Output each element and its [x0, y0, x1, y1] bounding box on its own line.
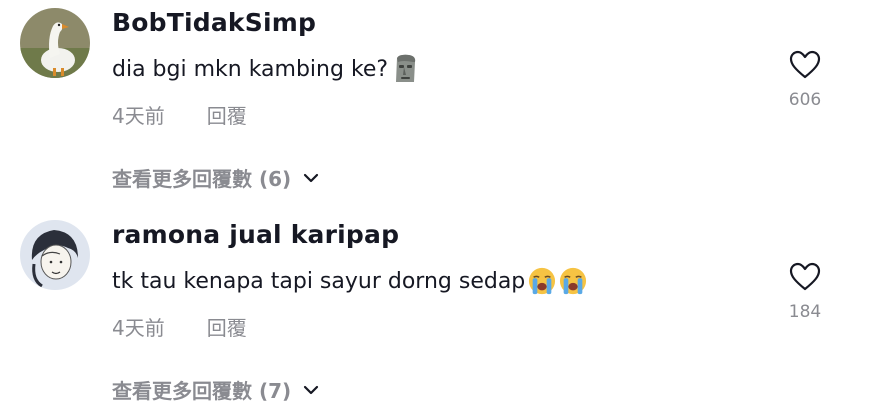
chevron-down-icon	[304, 173, 319, 182]
comment-timestamp: 4天前	[112, 316, 165, 340]
comment-timestamp: 4天前	[112, 104, 165, 128]
moai-emoji	[396, 54, 416, 82]
comment-text-body: tk tau kenapa tapi sayur dorng sedap	[112, 268, 526, 294]
comment-meta: 4天前 回覆	[112, 100, 247, 129]
chevron-down-icon	[304, 385, 319, 394]
view-more-replies-label: 查看更多回覆數 (6)	[112, 167, 292, 191]
like-button[interactable]: 184	[780, 262, 830, 322]
comment-text: tk tau kenapa tapi sayur dorng sedap	[112, 266, 587, 296]
reply-button[interactable]: 回覆	[207, 104, 247, 128]
avatar[interactable]	[20, 220, 90, 290]
heart-outline-icon	[789, 262, 821, 291]
comment-meta: 4天前 回覆	[112, 312, 247, 341]
avatar[interactable]	[20, 8, 90, 78]
like-count: 606	[788, 90, 822, 110]
view-more-replies-label: 查看更多回覆數 (7)	[112, 379, 292, 403]
comment-username[interactable]: BobTidakSimp	[112, 8, 316, 37]
view-more-replies-button[interactable]: 查看更多回覆數 (6)	[112, 163, 319, 192]
loudly-crying-face-emoji	[560, 267, 587, 295]
comment-text: dia bgi mkn kambing ke?	[112, 54, 419, 84]
sketch-avatar-image	[20, 220, 90, 290]
like-count: 184	[788, 302, 822, 322]
goose-avatar-image	[20, 8, 90, 78]
reply-button[interactable]: 回覆	[207, 316, 247, 340]
view-more-replies-button[interactable]: 查看更多回覆數 (7)	[112, 375, 319, 404]
comment-text-body: dia bgi mkn kambing ke?	[112, 56, 389, 82]
comment-username[interactable]: ramona jual karipap	[112, 220, 399, 249]
heart-outline-icon	[789, 50, 821, 79]
loudly-crying-face-emoji	[529, 267, 556, 295]
like-button[interactable]: 606	[780, 50, 830, 110]
